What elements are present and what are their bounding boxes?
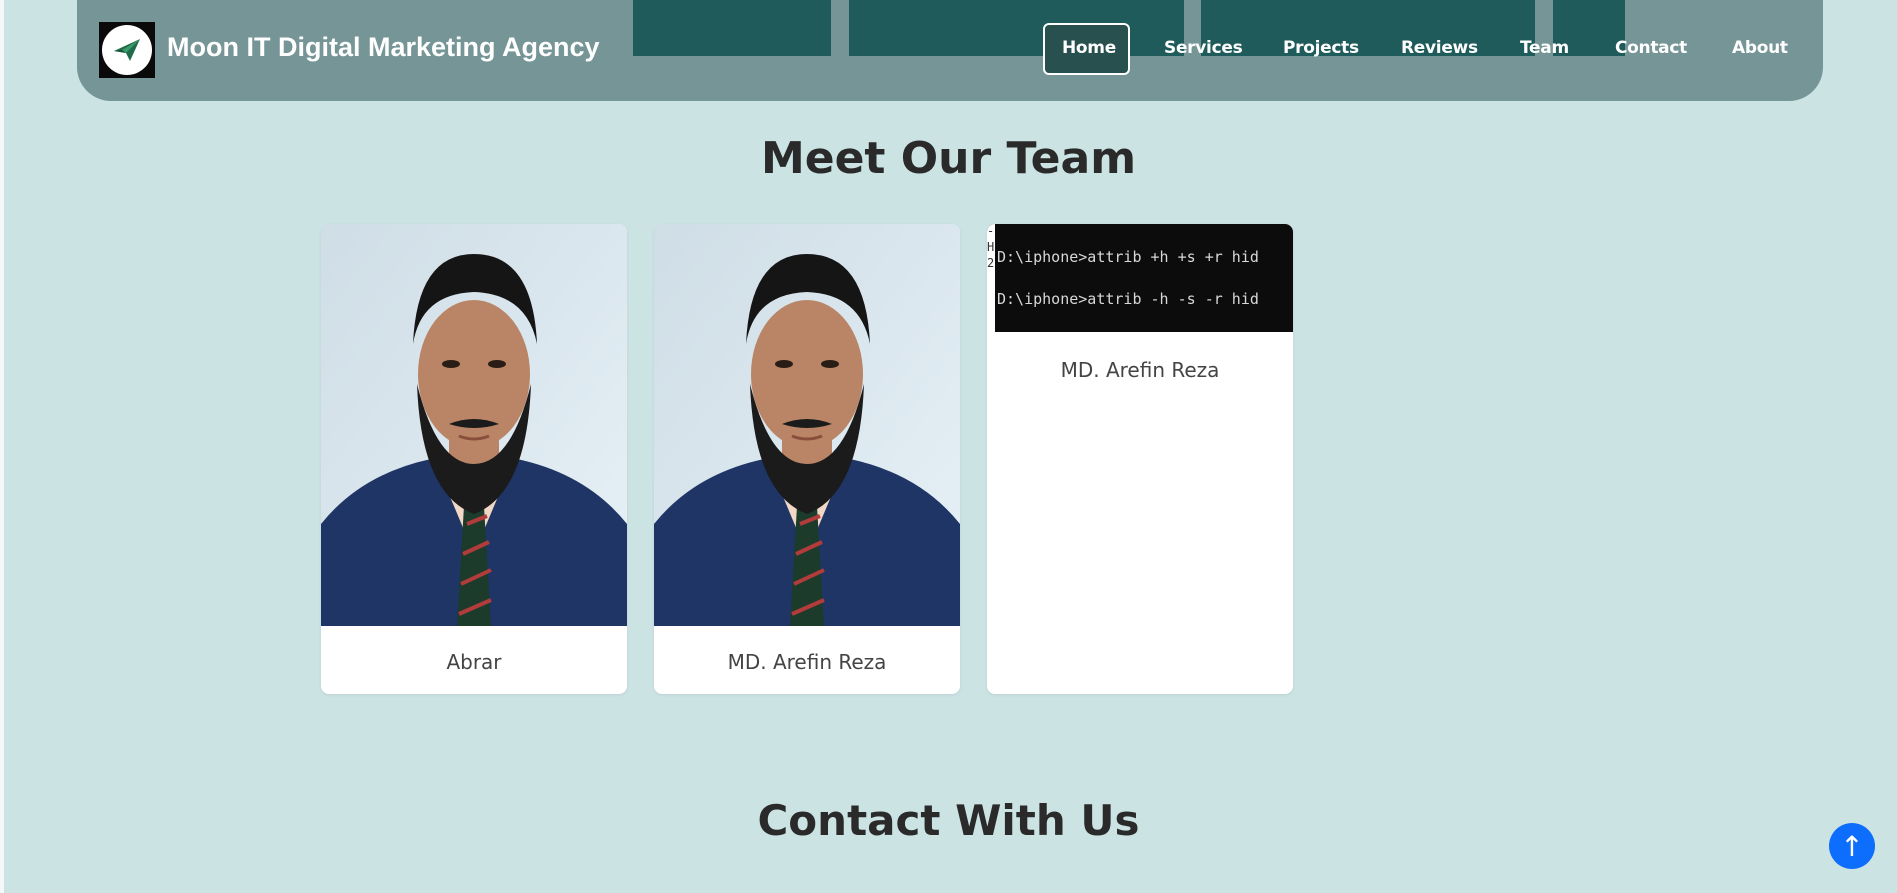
member-photo bbox=[654, 224, 960, 626]
brand-logo[interactable] bbox=[99, 22, 155, 78]
nav-projects-link[interactable]: Projects bbox=[1283, 38, 1359, 58]
member-name: Abrar bbox=[446, 650, 502, 674]
back-to-top-button[interactable]: ↑ bbox=[1829, 823, 1875, 869]
paper-plane-logo-icon bbox=[102, 25, 152, 75]
image-text-fragment: - bbox=[987, 224, 995, 238]
member-photo: - H 2 D:\iphone>attrib +h +s +r hid D:\i… bbox=[987, 224, 1293, 332]
team-card: - H 2 D:\iphone>attrib +h +s +r hid D:\i… bbox=[987, 224, 1293, 694]
nav-contact-link[interactable]: Contact bbox=[1615, 38, 1687, 58]
nav-team-link[interactable]: Team bbox=[1520, 38, 1569, 58]
navbar: Moon IT Digital Marketing Agency Home Se… bbox=[77, 0, 1823, 101]
nav-decoration bbox=[1201, 0, 1535, 56]
nav-decoration bbox=[633, 0, 831, 56]
page: Moon IT Digital Marketing Agency Home Se… bbox=[0, 0, 1897, 893]
team-card: MD. Arefin Reza bbox=[654, 224, 960, 694]
nav-services-link[interactable]: Services bbox=[1164, 38, 1243, 58]
member-name: MD. Arefin Reza bbox=[727, 650, 887, 674]
brand-name[interactable]: Moon IT Digital Marketing Agency bbox=[167, 32, 600, 63]
nav-home-link[interactable]: Home bbox=[1062, 38, 1116, 58]
team-card: Abrar bbox=[321, 224, 627, 694]
member-name: MD. Arefin Reza bbox=[1060, 358, 1220, 382]
nav-decoration bbox=[849, 0, 1184, 56]
image-text-fragment: H bbox=[987, 240, 995, 254]
nav-reviews-link[interactable]: Reviews bbox=[1401, 38, 1478, 58]
team-section-title: Meet Our Team bbox=[760, 133, 1137, 184]
image-text-fragment: 2 bbox=[987, 256, 995, 270]
terminal-line: D:\iphone>attrib +h +s +r hid bbox=[997, 248, 1259, 266]
contact-section-title: Contact With Us bbox=[757, 796, 1140, 845]
terminal-line: D:\iphone>attrib -h -s -r hid bbox=[997, 290, 1259, 308]
nav-about-link[interactable]: About bbox=[1732, 38, 1788, 58]
member-photo bbox=[321, 224, 627, 626]
arrow-up-icon: ↑ bbox=[1840, 829, 1864, 863]
